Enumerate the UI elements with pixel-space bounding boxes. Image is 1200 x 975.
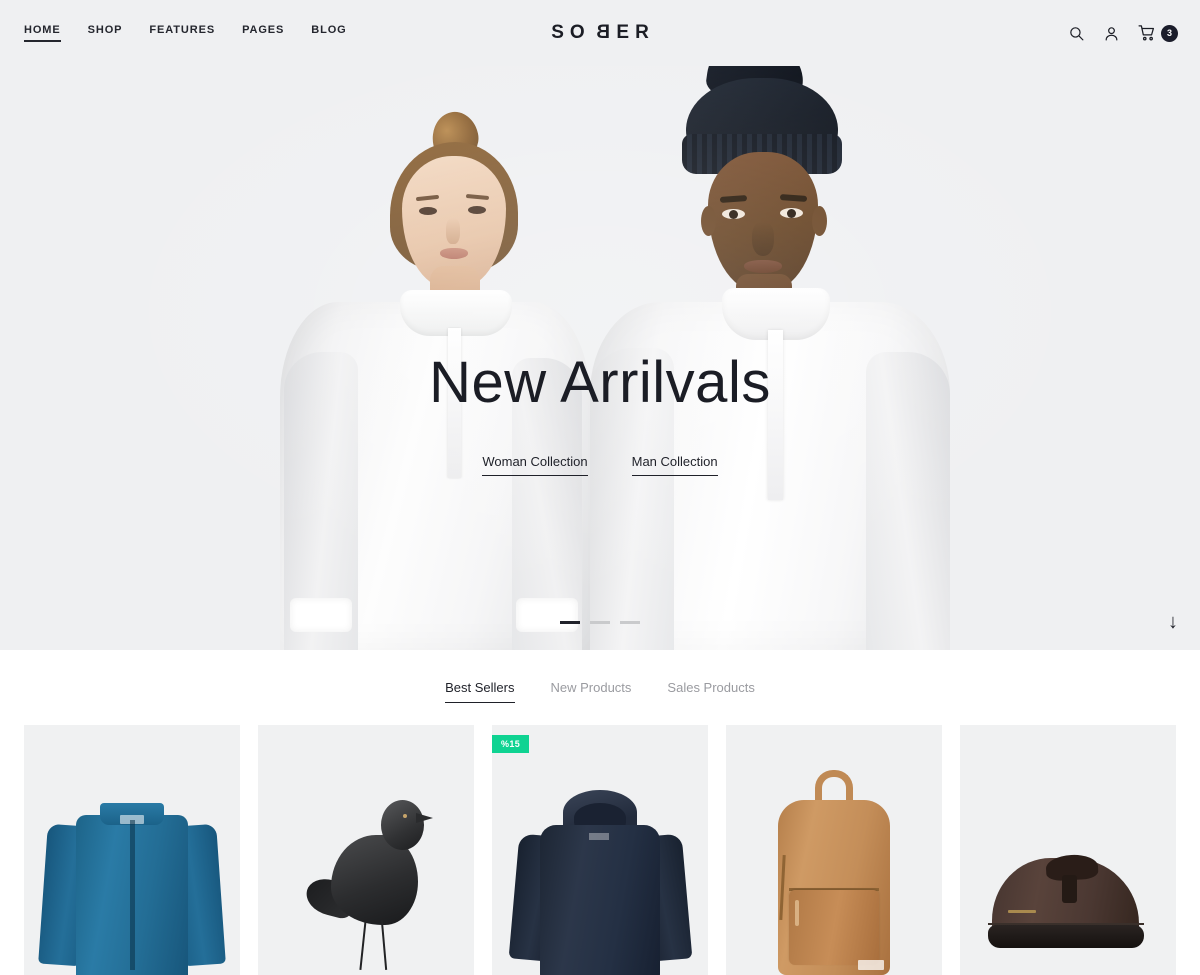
slider-dot-3[interactable] [620,621,640,624]
man-eye-left [722,209,745,219]
man-ear-right [812,206,827,236]
header-actions: 3 [1068,24,1178,42]
products-section: Best Sellers New Products Sales Products [0,650,1200,975]
product-card-bird-figurine[interactable] [258,725,474,975]
woman-eye-right [468,206,486,214]
nav-item-features[interactable]: FEATURES [149,24,215,43]
cart-count-badge: 3 [1161,24,1178,42]
man-collection-link[interactable]: Man Collection [631,454,718,476]
woman-cuff-left [290,598,352,632]
product-image-tan-backpack [726,725,942,975]
cart-icon [1138,24,1156,42]
product-image-teal-coach-jacket [24,725,240,975]
cart-button[interactable]: 3 [1138,24,1178,42]
main-navigation: HOME SHOP FEATURES PAGES BLOG [24,24,347,43]
woman-eye-left [419,207,437,215]
logo-part-before: SO [551,22,591,43]
tab-new-products[interactable]: New Products [551,680,632,705]
nav-item-home[interactable]: HOME [24,24,61,43]
hero-cta-links: Woman Collection Man Collection [0,454,1200,476]
hero-content: New Arrilvals Woman Collection Man Colle… [0,354,1200,476]
nav-item-blog[interactable]: BLOG [311,24,346,43]
logo-flipped-b: B [590,22,611,43]
product-card-hoodie[interactable]: %15 [492,725,708,975]
user-icon[interactable] [1103,25,1120,42]
slider-pagination [560,621,640,624]
site-header: HOME SHOP FEATURES PAGES BLOG SOB ER 3 [0,0,1200,66]
product-grid: %15 [0,725,1200,975]
woman-nose [446,218,460,244]
product-card-jacket[interactable] [24,725,240,975]
man-nose [752,222,774,256]
man-lips [744,260,782,273]
slider-dot-1[interactable] [560,621,580,624]
tab-best-sellers[interactable]: Best Sellers [445,680,515,705]
discount-badge: %15 [492,735,530,753]
hero-slider: New Arrilvals Woman Collection Man Colle… [0,66,1200,650]
man-eye-right [780,208,803,218]
product-card-backpack[interactable] [726,725,942,975]
site-logo[interactable]: SOB ER [545,22,655,44]
product-image-navy-hoodie [492,725,708,975]
slider-dot-2[interactable] [590,621,610,624]
product-image-brown-suede-slip-on [960,725,1176,975]
product-tabs: Best Sellers New Products Sales Products [0,680,1200,705]
product-card-slip-on-shoe[interactable] [960,725,1176,975]
man-ear-left [701,206,716,236]
nav-item-pages[interactable]: PAGES [242,24,284,43]
woman-lips [440,248,468,259]
search-icon[interactable] [1068,25,1085,42]
scroll-down-icon[interactable]: ↓ [1168,612,1178,632]
nav-item-shop[interactable]: SHOP [88,24,123,43]
woman-collection-link[interactable]: Woman Collection [482,454,588,476]
woman-cuff-right [516,598,578,632]
logo-part-after: ER [616,22,655,43]
tab-sales-products[interactable]: Sales Products [667,680,754,705]
product-image-black-bird-figurine [258,725,474,975]
hero-title: New Arrilvals [429,350,771,415]
